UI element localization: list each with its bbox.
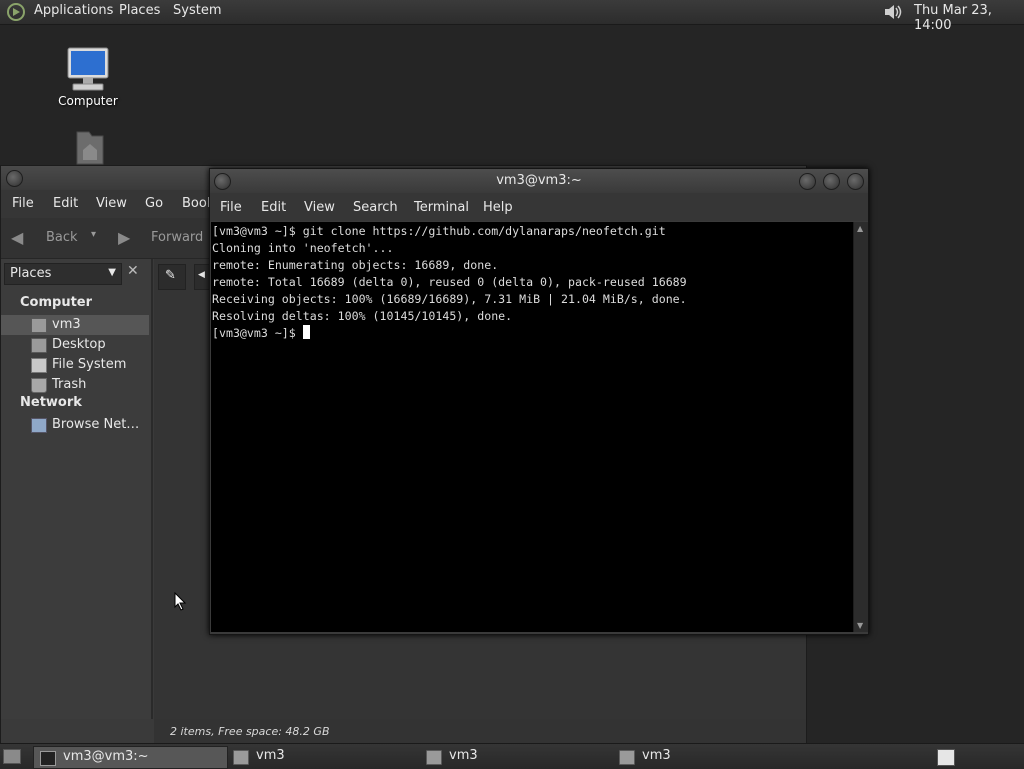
terminal-line: remote: Total 16689 (delta 0), reused 0 … bbox=[212, 275, 687, 289]
minimize-icon[interactable] bbox=[799, 173, 816, 190]
chevron-left-icon: ◀ bbox=[198, 270, 205, 280]
sidebar-item-desktop[interactable]: Desktop bbox=[1, 335, 149, 355]
taskbar-item-vm3[interactable]: vm3 bbox=[613, 746, 803, 767]
forward-label: Forward bbox=[151, 230, 204, 245]
terminal-prompt: [vm3@vm3 ~]$ bbox=[212, 326, 303, 340]
sidebar-item-label: File System bbox=[52, 357, 127, 372]
desktop-icon-label: Computer bbox=[58, 94, 118, 108]
forward-arrow-icon: ▶ bbox=[118, 228, 131, 247]
taskbar-item-label: vm3 bbox=[642, 748, 671, 763]
term-menu-terminal[interactable]: Terminal bbox=[414, 200, 469, 215]
terminal-line: Cloning into 'neofetch'... bbox=[212, 241, 394, 255]
status-bar: 2 items, Free space: 48.2 GB bbox=[154, 719, 806, 744]
back-arrow-icon: ◀ bbox=[11, 228, 24, 247]
terminal-line: [vm3@vm3 ~]$ git clone https://github.co… bbox=[212, 224, 666, 238]
computer-icon bbox=[67, 47, 109, 91]
show-desktop-icon[interactable] bbox=[3, 749, 21, 764]
sidebar-item-trash[interactable]: Trash bbox=[1, 375, 149, 395]
term-menu-file[interactable]: File bbox=[220, 200, 242, 215]
volume-icon[interactable] bbox=[882, 2, 904, 22]
mouse-pointer-icon bbox=[174, 592, 187, 611]
home-folder-icon bbox=[426, 750, 442, 765]
fm-menu-edit[interactable]: Edit bbox=[53, 196, 78, 211]
terminal-menubar: File Edit View Search Terminal Help bbox=[210, 193, 868, 221]
taskbar-item-terminal[interactable]: vm3@vm3:~ bbox=[33, 746, 228, 769]
term-menu-view[interactable]: View bbox=[304, 200, 335, 215]
sidebar-item-label: vm3 bbox=[52, 317, 81, 332]
home-folder-icon bbox=[619, 750, 635, 765]
scroll-down-icon[interactable]: ▼ bbox=[857, 621, 863, 630]
home-folder-icon bbox=[233, 750, 249, 765]
terminal-line: remote: Enumerating objects: 16689, done… bbox=[212, 258, 499, 272]
places-selector[interactable]: Places ▼ bbox=[4, 263, 122, 285]
system-menu[interactable]: System bbox=[173, 3, 221, 18]
back-history-icon[interactable]: ▾ bbox=[91, 229, 96, 240]
sidebar-heading-computer: Computer bbox=[20, 295, 93, 310]
terminal-line: Resolving deltas: 100% (10145/10145), do… bbox=[212, 309, 513, 323]
desktop-icon-computer[interactable]: Computer bbox=[53, 46, 123, 108]
back-label: Back bbox=[46, 230, 78, 245]
window-title: vm3@vm3:~ bbox=[496, 173, 582, 188]
taskbar-item-label: vm3 bbox=[256, 748, 285, 763]
terminal-window: vm3@vm3:~ File Edit View Search Terminal… bbox=[209, 168, 869, 635]
taskbar-item-label: vm3@vm3:~ bbox=[63, 749, 149, 764]
location-edit-button[interactable]: ✎ bbox=[158, 264, 186, 290]
clock[interactable]: Thu Mar 23, 14:00 bbox=[914, 3, 1024, 33]
bottom-panel: vm3@vm3:~ vm3 vm3 vm3 bbox=[0, 743, 1024, 769]
sidebar-item-label: Trash bbox=[52, 377, 87, 392]
text-cursor bbox=[302, 325, 310, 339]
sidebar-item-file-system[interactable]: File System bbox=[1, 355, 149, 375]
maximize-icon[interactable] bbox=[823, 173, 840, 190]
applications-menu[interactable]: Applications bbox=[34, 3, 113, 18]
sidebar-item-browse-network[interactable]: Browse Net… bbox=[1, 415, 149, 435]
drive-icon bbox=[31, 358, 47, 373]
sidebar-heading-network: Network bbox=[20, 395, 82, 410]
sidebar-item-label: Desktop bbox=[52, 337, 106, 352]
term-menu-help[interactable]: Help bbox=[483, 200, 513, 215]
forward-button[interactable]: ▶ Forward bbox=[118, 228, 203, 247]
top-panel: Applications Places System Thu Mar 23, 1… bbox=[0, 0, 1024, 33]
close-icon[interactable] bbox=[847, 173, 864, 190]
path-scroll-left-button[interactable]: ◀ bbox=[194, 264, 210, 290]
network-icon bbox=[31, 418, 47, 433]
term-menu-edit[interactable]: Edit bbox=[261, 200, 286, 215]
edit-location-icon: ✎ bbox=[165, 268, 176, 283]
sidebar-item-label: Browse Net… bbox=[52, 417, 140, 432]
terminal-scrollbar[interactable]: ▲ ▼ bbox=[853, 222, 868, 632]
terminal-titlebar[interactable]: vm3@vm3:~ bbox=[210, 169, 868, 193]
taskbar-item-vm3[interactable]: vm3 bbox=[420, 746, 610, 767]
status-text: 2 items, Free space: 48.2 GB bbox=[170, 725, 330, 738]
workspace-switcher-icon[interactable] bbox=[937, 749, 955, 766]
file-manager-sidebar: Places ▼ ✕ Computer vm3 Desktop File Sys… bbox=[1, 259, 153, 719]
terminal-icon bbox=[40, 751, 56, 766]
taskbar-item-label: vm3 bbox=[449, 748, 478, 763]
chevron-down-icon: ▼ bbox=[108, 267, 116, 278]
places-menu[interactable]: Places bbox=[119, 3, 160, 18]
desktop-folder-icon bbox=[31, 338, 47, 353]
home-folder-icon bbox=[76, 131, 104, 165]
taskbar-item-vm3[interactable]: vm3 bbox=[227, 746, 417, 767]
desktop-icon-home[interactable] bbox=[53, 128, 123, 169]
gnome-foot-icon[interactable] bbox=[6, 2, 26, 22]
scroll-up-icon[interactable]: ▲ bbox=[857, 224, 863, 233]
terminal-output[interactable]: [vm3@vm3 ~]$ git clone https://github.co… bbox=[211, 222, 853, 632]
window-menu-icon[interactable] bbox=[6, 170, 23, 187]
places-selector-label: Places bbox=[10, 266, 52, 281]
terminal-prompt-line: [vm3@vm3 ~]$ bbox=[212, 325, 853, 342]
fm-menu-view[interactable]: View bbox=[96, 196, 127, 211]
term-menu-search[interactable]: Search bbox=[353, 200, 398, 215]
fm-menu-file[interactable]: File bbox=[12, 196, 34, 211]
terminal-line: Receiving objects: 100% (16689/16689), 7… bbox=[212, 292, 687, 306]
home-folder-icon bbox=[31, 318, 47, 333]
fm-menu-go[interactable]: Go bbox=[145, 196, 163, 211]
sidebar-item-vm3[interactable]: vm3 bbox=[1, 315, 149, 335]
back-button[interactable]: ◀ Back ▾ bbox=[11, 228, 96, 247]
trash-icon bbox=[31, 378, 47, 393]
close-sidebar-icon[interactable]: ✕ bbox=[127, 263, 139, 279]
